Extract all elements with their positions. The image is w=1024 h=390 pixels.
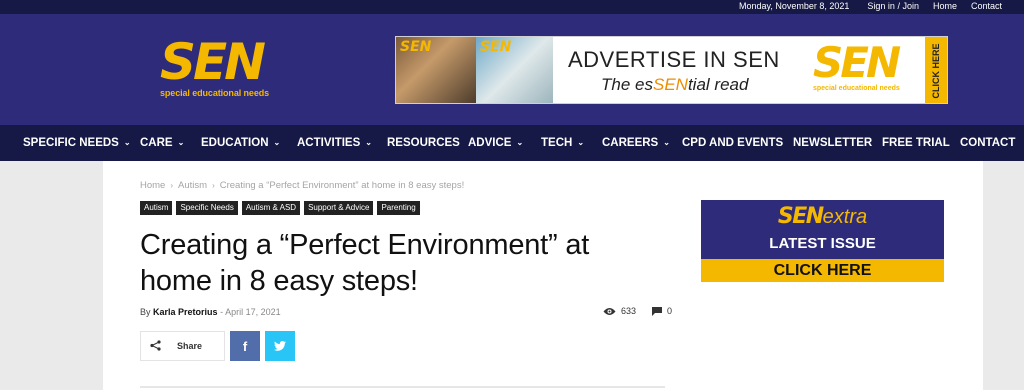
nav-item-advice[interactable]: ADVICE ⌄ bbox=[468, 137, 523, 149]
share-button[interactable]: Share bbox=[140, 331, 225, 361]
nav-item-contact[interactable]: CONTACT bbox=[960, 137, 1015, 149]
nav-item-resources[interactable]: RESOURCES bbox=[387, 137, 460, 149]
promo-click-here-button[interactable]: CLICK HERE bbox=[701, 259, 944, 282]
logo-subtitle: special educational needs bbox=[160, 88, 270, 98]
chevron-down-icon: ⌄ bbox=[365, 138, 372, 147]
category-tags: Autism Specific Needs Autism & ASD Suppo… bbox=[140, 201, 420, 215]
chevron-right-icon: › bbox=[170, 181, 174, 190]
top-bar: Monday, November 8, 2021 Sign in / Join … bbox=[0, 0, 1024, 14]
breadcrumb: Home › Autism › Creating a “Perfect Environm… bbox=[140, 180, 464, 191]
tag-autism[interactable]: Autism bbox=[140, 201, 173, 215]
tag-autism-asd[interactable]: Autism & ASD bbox=[241, 201, 301, 215]
nav-item-cpd-and-events[interactable]: CPD AND EVENTS bbox=[682, 137, 783, 149]
nav-item-careers[interactable]: CAREERS ⌄ bbox=[602, 137, 670, 149]
share-label: Share bbox=[177, 341, 203, 351]
breadcrumb-autism[interactable]: Autism bbox=[178, 180, 207, 191]
ad-logo: SEN special educational needs bbox=[813, 38, 901, 93]
breadcrumb-home[interactable]: Home bbox=[140, 180, 165, 191]
twitter-icon bbox=[274, 341, 286, 351]
top-links: Sign in / Join Home Contact bbox=[867, 1, 1002, 11]
chevron-down-icon: ⌄ bbox=[663, 138, 670, 147]
magazine-cover-image: SEN bbox=[396, 37, 476, 103]
chevron-down-icon: ⌄ bbox=[273, 138, 281, 147]
chevron-down-icon: ⌄ bbox=[177, 138, 185, 147]
main-content: Home › Autism › Creating a “Perfect Environm… bbox=[103, 161, 983, 390]
tag-support-advice[interactable]: Support & Advice bbox=[304, 201, 374, 215]
latest-issue-label: LATEST ISSUE bbox=[769, 235, 876, 252]
tag-parenting[interactable]: Parenting bbox=[377, 201, 420, 215]
twitter-share-button[interactable] bbox=[265, 331, 295, 361]
author-name[interactable]: Karla Pretorius bbox=[153, 307, 218, 317]
sen-extra-promo[interactable]: SENextra LATEST ISSUE CLICK HERE bbox=[701, 200, 944, 282]
home-link[interactable]: Home bbox=[933, 1, 957, 11]
nav-item-newsletter[interactable]: NEWSLETTER bbox=[793, 137, 872, 149]
main-nav: SPECIFIC NEEDS ⌄ CARE ⌄ EDUCATION ⌄ ACTIVIT… bbox=[0, 125, 1024, 161]
ad-click-here-button[interactable]: CLICK HERE bbox=[925, 37, 947, 103]
facebook-icon: f bbox=[242, 338, 248, 354]
tag-specific-needs[interactable]: Specific Needs bbox=[176, 201, 238, 215]
byline-prefix: By bbox=[140, 307, 151, 317]
sign-in-link[interactable]: Sign in / Join bbox=[867, 1, 919, 11]
contact-link[interactable]: Contact bbox=[971, 1, 1002, 11]
article-date: April 17, 2021 bbox=[225, 307, 281, 317]
nav-item-care[interactable]: CARE ⌄ bbox=[140, 137, 184, 149]
ad-headline: ADVERTISE IN SEN bbox=[568, 47, 780, 72]
view-count: 633 bbox=[621, 306, 637, 316]
magazine-cover-image: SEN bbox=[476, 37, 553, 103]
article-stats: 633 0 bbox=[603, 306, 672, 316]
content-divider bbox=[140, 386, 665, 388]
sen-extra-logo: SENextra bbox=[777, 204, 868, 229]
share-icon bbox=[141, 339, 169, 354]
chevron-down-icon: ⌄ bbox=[577, 138, 585, 147]
nav-item-education[interactable]: EDUCATION ⌄ bbox=[201, 137, 280, 149]
magazine-cover-logo: SEN bbox=[400, 39, 432, 55]
comment-count[interactable]: 0 bbox=[667, 306, 672, 316]
facebook-share-button[interactable]: f bbox=[230, 331, 260, 361]
nav-item-activities[interactable]: ACTIVITIES ⌄ bbox=[297, 137, 372, 149]
nav-item-free-trial[interactable]: FREE TRIAL bbox=[882, 137, 950, 149]
logo-text: SEN bbox=[160, 33, 266, 91]
site-header: SEN special educational needs SEN SEN AD… bbox=[0, 14, 1024, 125]
chevron-right-icon: › bbox=[212, 181, 215, 190]
nav-item-tech[interactable]: TECH ⌄ bbox=[541, 137, 584, 149]
chevron-down-icon: ⌄ bbox=[123, 138, 131, 147]
breadcrumb-current: Creating a “Perfect Environment” at home… bbox=[219, 180, 465, 191]
comment-icon[interactable] bbox=[652, 306, 663, 316]
article-meta: By Karla Pretorius - April 17, 2021 bbox=[140, 307, 281, 317]
magazine-cover-logo: SEN bbox=[480, 39, 512, 55]
chevron-down-icon: ⌄ bbox=[516, 138, 524, 147]
advertise-banner[interactable]: SEN SEN ADVERTISE IN SEN The esSENtial r… bbox=[395, 36, 948, 104]
site-logo[interactable]: SEN special educational needs bbox=[160, 33, 280, 108]
current-date: Monday, November 8, 2021 bbox=[739, 1, 850, 11]
ad-tagline: The esSENtial read bbox=[601, 75, 749, 94]
eye-icon bbox=[603, 307, 616, 315]
article-title: Creating a “Perfect Environment” at home… bbox=[140, 229, 590, 297]
nav-item-specific-needs[interactable]: SPECIFIC NEEDS ⌄ bbox=[23, 137, 131, 149]
